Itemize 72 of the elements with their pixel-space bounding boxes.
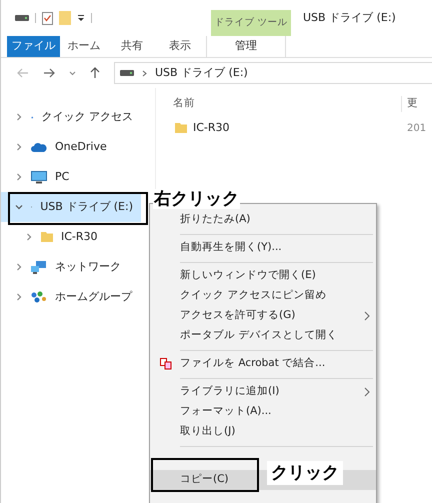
chevron-down-icon[interactable] [69,70,76,76]
menu-item-label: ライブラリに追加(I) [180,384,280,400]
menu-item[interactable]: ライブラリに追加(I) [150,382,376,402]
file-name: IC-R30 [193,120,230,136]
ribbon-tab[interactable]: 表示 [156,36,204,57]
chevron-right-icon[interactable] [25,233,33,241]
menu-item-label: 取り出し(J) [180,424,236,440]
chevron-right-icon [142,70,147,76]
dropdown-icon[interactable] [77,14,85,22]
column-header[interactable]: 名前 [156,96,401,112]
menu-item-label: フォーマット(A)... [180,404,272,420]
nav-label: USB ドライブ (E:) [40,198,133,215]
nav-item[interactable]: ホームグループ [1,282,141,312]
nav-label: ネットワーク [55,258,121,275]
folder-icon [175,122,187,134]
callout-tooltip: クリック [267,461,343,485]
menu-item[interactable]: ポータブル デバイスとして開く [150,326,376,346]
column-header[interactable]: 更 [401,96,418,112]
back-arrow-icon[interactable] [17,68,29,78]
ribbon-tab[interactable]: 管理 [206,36,286,57]
menu-item-label: コピー(C) [180,472,229,488]
ribbon-tab[interactable]: ホーム [60,36,108,57]
menu-item[interactable]: ファイルを Acrobat で結合... [150,354,376,374]
menu-item[interactable]: フォーマット(A)... [150,402,376,422]
callout-tooltip: 右クリック [153,189,240,209]
menu-item-label: 新しいウィンドウで開く(E) [180,268,316,284]
nav-label: OneDrive [55,138,107,155]
address-path: USB ドライブ (E:) [155,64,248,81]
menu-item-label: ポータブル デバイスとして開く [180,328,338,344]
ribbon-tab[interactable]: ファイル [7,36,60,57]
network-icon [31,260,47,274]
modified-date: 201 [406,122,426,136]
pdf-combine-icon [160,358,172,370]
chevron-right-icon[interactable] [15,173,23,181]
up-arrow-icon[interactable] [90,67,100,79]
menu-item-label: ファイルを Acrobat で結合... [180,356,326,372]
nav-label: クイック アクセス [42,108,133,125]
properties-icon[interactable] [42,12,53,24]
chevron-right-icon[interactable] [15,143,23,151]
window-title: USB ドライブ (E:) [303,10,396,26]
file-row[interactable]: IC-R30 201 [156,116,432,140]
chevron-right-icon[interactable] [15,113,23,121]
nav-item[interactable]: PC [1,162,141,192]
nav-label: PC [55,168,70,185]
menu-item[interactable]: クイック アクセスにピン留め [150,286,376,306]
menu-item[interactable]: 取り出し(J) [150,422,376,442]
chevron-right-icon[interactable] [15,263,23,271]
forward-arrow-icon[interactable] [43,68,55,78]
nav-item[interactable]: OneDrive [1,132,141,162]
monitor-icon [31,170,47,184]
cloud-icon [31,142,47,152]
nav-label: IC-R30 [61,228,98,245]
nav-item[interactable]: IC-R30 [1,222,141,252]
menu-item-label: アクセスを許可する(G) [180,308,296,324]
chevron-right-icon[interactable] [15,293,23,301]
menu-item[interactable]: 折りたたみ(A) [150,210,376,230]
menu-item-label: 折りたたみ(A) [180,212,250,228]
chevron-down-icon[interactable] [15,203,23,211]
address-bar[interactable]: USB ドライブ (E:) [114,62,432,84]
nav-label: ホームグループ [55,288,132,305]
nav-item[interactable]: ネットワーク [1,252,141,282]
menu-item[interactable]: 新しいウィンドウで開く(E) [150,266,376,286]
menu-item-label: クイック アクセスにピン留め [180,288,326,304]
nav-item[interactable]: クイック アクセス [1,102,141,132]
ribbon-tab[interactable]: 共有 [108,36,156,57]
menu-item[interactable]: 自動再生を開く(Y)... [150,238,376,258]
homegroup-icon [31,291,47,303]
menu-item-label: 自動再生を開く(Y)... [180,240,282,256]
context-tab-group: ドライブ ツール [211,10,291,36]
menu-item[interactable]: アクセスを許可する(G) [150,306,376,326]
folder-icon [41,231,53,243]
nav-item[interactable]: USB ドライブ (E:) [1,192,141,222]
